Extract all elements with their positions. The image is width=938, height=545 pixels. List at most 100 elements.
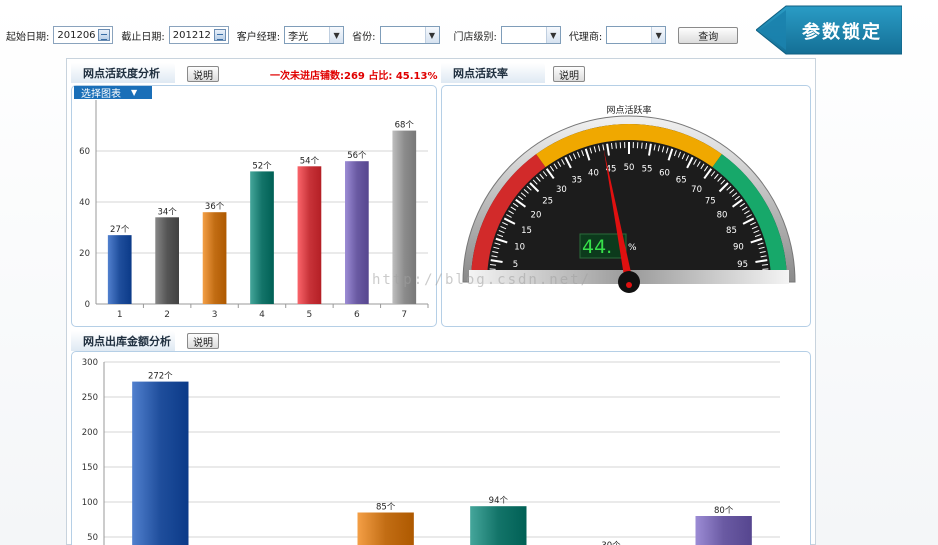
- data-label: 54个: [300, 156, 320, 166]
- start-date-label: 起始日期:: [6, 31, 50, 43]
- data-label: 56个: [347, 151, 367, 161]
- select-chart-dropdown[interactable]: 选择图表 ▼: [74, 86, 152, 100]
- province-select[interactable]: ▼: [379, 26, 440, 44]
- bar: [202, 212, 227, 304]
- calendar-icon[interactable]: [213, 29, 226, 41]
- gauge-tick: [641, 142, 643, 149]
- data-label: 27个: [110, 225, 130, 235]
- y-tick-label: 200: [82, 428, 98, 438]
- chevron-down-icon[interactable]: ▼: [545, 27, 560, 43]
- activity-gauge: 网点活跃率05101520253035404550556065707580859…: [462, 104, 796, 293]
- province-label: 省份:: [352, 31, 376, 43]
- store-level-select[interactable]: ▼: [500, 26, 561, 44]
- dashboard-container: 网点活跃度分析 说明 一次未进店铺数:269 占比: 45.13% 0 20 40 6…: [66, 58, 816, 545]
- inactive-stat: 一次未进店铺数:269 占比: 45.13%: [270, 71, 438, 82]
- triangle-down-icon: ▼: [131, 88, 138, 97]
- bar: [357, 512, 414, 545]
- explain-button[interactable]: 说明: [553, 66, 585, 82]
- gauge-tick-label: 25: [542, 197, 553, 207]
- gauge-tick-label: 15: [521, 226, 532, 236]
- gauge-tick-label: 35: [571, 176, 582, 186]
- explain-button[interactable]: 说明: [187, 333, 219, 349]
- gauge-tick-label: 90: [733, 242, 744, 252]
- manager-value: 李光: [288, 31, 309, 43]
- data-label: 80个: [714, 506, 734, 516]
- data-label: 52个: [252, 161, 272, 171]
- gauge-tick-label: 70: [691, 185, 702, 195]
- params-lock-badge[interactable]: 参数锁定: [756, 4, 902, 56]
- data-label: 94个: [489, 496, 509, 506]
- gauge-tick-label: 55: [642, 164, 653, 174]
- y-tick-label: 300: [82, 358, 98, 368]
- data-label: 34个: [157, 207, 177, 217]
- shipment-bar-chart: 50 100 150 200 250 300 272个 85个 94个 30个 80个: [82, 358, 780, 545]
- gauge-tick-label: 65: [676, 176, 687, 186]
- query-button[interactable]: 查询: [678, 26, 739, 44]
- gauge-tick-label: 40: [588, 169, 599, 179]
- panel-title-activity: 网点活跃度分析: [71, 63, 175, 83]
- bar: [250, 171, 274, 304]
- gauge-title: 网点活跃率: [606, 104, 651, 116]
- gauge-tick-label: 75: [705, 197, 716, 207]
- manager-label: 客户经理:: [236, 31, 281, 43]
- data-label: 68个: [395, 121, 415, 131]
- start-date-value: 201206: [57, 29, 96, 41]
- y-tick-label: 40: [79, 198, 90, 208]
- y-tick-label: 0: [85, 300, 90, 310]
- end-date-field[interactable]: 201212: [168, 26, 229, 44]
- gauge-tick-label: 10: [514, 242, 525, 252]
- start-date-field[interactable]: 201206: [53, 26, 114, 44]
- gauge-tick-label: 95: [737, 260, 748, 270]
- gauge-tick-label: 30: [556, 185, 567, 195]
- gauge-hub-cap: [626, 282, 632, 288]
- bar: [132, 381, 189, 545]
- gauge-tick-label: 20: [531, 210, 542, 220]
- x-tick-label: 1: [117, 310, 123, 320]
- x-tick-label: 7: [401, 310, 407, 320]
- agent-select[interactable]: ▼: [606, 26, 667, 44]
- chevron-down-icon[interactable]: ▼: [424, 27, 439, 43]
- explain-button[interactable]: 说明: [187, 66, 219, 82]
- gauge-panel: 网点活跃率05101520253035404550556065707580859…: [441, 85, 811, 327]
- y-tick-label: 150: [82, 463, 98, 473]
- x-tick-label: 5: [307, 310, 313, 320]
- gauge-value: 44.: [582, 236, 612, 258]
- gauge-tick: [489, 268, 496, 270]
- x-tick-label: 4: [259, 310, 265, 320]
- y-tick-label: 100: [82, 498, 98, 508]
- x-tick-label: 6: [354, 310, 360, 320]
- agent-label: 代理商:: [568, 31, 603, 43]
- gauge-tick-label: 80: [717, 210, 728, 220]
- y-tick-label: 20: [79, 249, 90, 259]
- gauge-tick-label: 5: [513, 260, 518, 270]
- calendar-icon[interactable]: [98, 29, 111, 41]
- manager-select[interactable]: 李光 ▼: [284, 26, 345, 44]
- shipment-chart-panel: 50 100 150 200 250 300 272个 85个 94个 30个 80个: [71, 351, 811, 545]
- gauge-tick-label: 85: [726, 226, 737, 236]
- gauge-tick-label: 60: [659, 169, 670, 179]
- panel-title-rate: 网点活跃率: [441, 63, 545, 83]
- bar: [470, 506, 527, 545]
- activity-chart-panel: 0 20 40 60 27个 1 34个 2 36个 3 52个 4 54个 5 56个 6 68个 7: [71, 85, 437, 327]
- panel-title-shipment: 网点出库金额分析: [71, 331, 175, 351]
- bar: [297, 166, 322, 304]
- data-label: 30个: [601, 541, 621, 545]
- data-label: 85个: [376, 503, 396, 513]
- end-date-label: 截止日期:: [121, 31, 165, 43]
- chevron-down-icon[interactable]: ▼: [651, 27, 666, 43]
- bar: [155, 217, 179, 304]
- y-tick-label: 250: [82, 393, 98, 403]
- end-date-value: 201212: [172, 29, 211, 41]
- y-tick-label: 50: [87, 533, 98, 543]
- data-label: 272个: [148, 372, 173, 382]
- select-chart-label: 选择图表: [81, 89, 121, 100]
- filter-bar: 起始日期: 201206 截止日期: 201212 客户经理: 李光 ▼ 省份:…: [0, 20, 760, 50]
- chevron-down-icon[interactable]: ▼: [329, 27, 344, 43]
- x-tick-label: 3: [212, 310, 218, 320]
- watermark: http://blog.csdn.net/: [372, 272, 592, 288]
- gauge-unit: %: [628, 243, 637, 253]
- bar: [345, 161, 369, 304]
- dashboard-page: 起始日期: 201206 截止日期: 201212 客户经理: 李光 ▼ 省份:…: [0, 0, 938, 545]
- bar: [107, 235, 132, 304]
- x-tick-label: 2: [164, 310, 170, 320]
